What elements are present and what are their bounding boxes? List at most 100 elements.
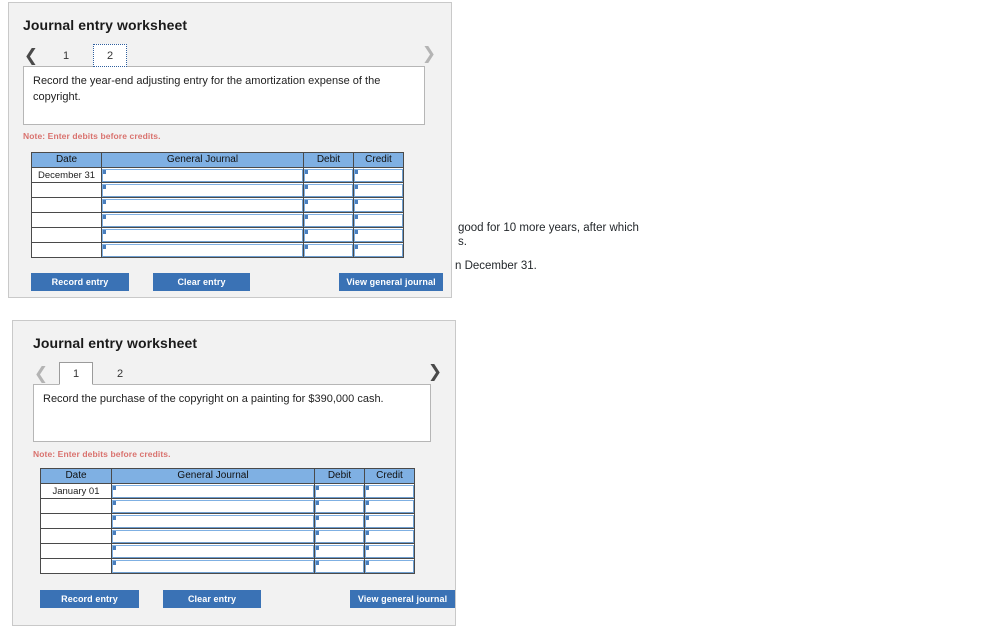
debit-input-field[interactable] [315,514,364,528]
account-select-field[interactable] [102,198,303,212]
credit-cell[interactable] [364,498,415,514]
account-select-field[interactable] [112,544,314,558]
worksheet-tab-1[interactable]: 1 [59,362,93,385]
column-header-credit: Credit [353,152,404,168]
clear-entry-button[interactable]: Clear entry [163,590,261,608]
debit-cell[interactable] [314,498,365,514]
account-select-field[interactable] [102,243,303,257]
credit-input-field[interactable] [365,544,414,558]
credit-input-field[interactable] [365,499,414,513]
date-cell[interactable] [31,182,102,198]
credit-cell[interactable] [364,558,415,574]
debit-input-field[interactable] [315,529,364,543]
debit-input-field[interactable] [304,228,353,242]
debit-input-field[interactable] [304,183,353,197]
account-select-field[interactable] [102,213,303,227]
general-journal-cell[interactable] [111,483,315,499]
credit-input-field[interactable] [365,484,414,498]
debit-cell[interactable] [303,167,354,183]
credit-cell[interactable] [364,528,415,544]
general-journal-cell[interactable] [101,167,304,183]
date-cell[interactable] [40,543,112,559]
view-general-journal-button[interactable]: View general journal [339,273,443,291]
credit-cell[interactable] [364,483,415,499]
account-select-field[interactable] [112,514,314,528]
account-select-field[interactable] [102,168,303,182]
credit-cell[interactable] [353,242,404,258]
general-journal-cell[interactable] [101,242,304,258]
record-entry-button[interactable]: Record entry [31,273,129,291]
general-journal-cell[interactable] [111,528,315,544]
debit-cell[interactable] [303,227,354,243]
credit-input-field[interactable] [354,168,403,182]
chevron-right-icon[interactable]: ❯ [427,361,443,383]
debit-cell[interactable] [303,212,354,228]
credit-input-field[interactable] [354,243,403,257]
credit-cell[interactable] [353,182,404,198]
date-cell[interactable] [40,528,112,544]
account-select-field[interactable] [102,228,303,242]
clear-entry-button[interactable]: Clear entry [153,273,250,291]
credit-cell[interactable] [353,197,404,213]
debit-cell[interactable] [303,197,354,213]
account-select-field[interactable] [102,183,303,197]
account-select-field[interactable] [112,529,314,543]
date-cell[interactable] [31,197,102,213]
debit-input-field[interactable] [304,213,353,227]
credit-input-field[interactable] [354,198,403,212]
account-select-field[interactable] [112,559,314,573]
debit-input-field[interactable] [304,198,353,212]
view-general-journal-button[interactable]: View general journal [350,590,455,608]
debit-cell[interactable] [303,242,354,258]
chevron-right-icon[interactable]: ❯ [421,43,437,65]
account-select-field[interactable] [112,499,314,513]
date-cell[interactable]: December 31 [31,167,102,183]
date-cell[interactable] [31,242,102,258]
date-cell[interactable] [40,498,112,514]
worksheet-tab-1[interactable]: 1 [49,44,83,67]
debit-cell[interactable] [314,543,365,559]
debit-cell[interactable] [314,483,365,499]
debit-input-field[interactable] [304,168,353,182]
credit-input-field[interactable] [354,228,403,242]
credit-input-field[interactable] [354,213,403,227]
debit-input-field[interactable] [304,243,353,257]
worksheet-tab-2[interactable]: 2 [103,362,137,385]
credit-cell[interactable] [353,227,404,243]
general-journal-cell[interactable] [111,558,315,574]
credit-input-field[interactable] [365,559,414,573]
debit-cell[interactable] [303,182,354,198]
account-select-field[interactable] [112,484,314,498]
debit-input-field[interactable] [315,484,364,498]
chevron-left-icon[interactable]: ❮ [23,45,39,67]
general-journal-cell[interactable] [101,212,304,228]
credit-input-field[interactable] [365,514,414,528]
credit-cell[interactable] [364,543,415,559]
general-journal-cell[interactable] [111,498,315,514]
debits-before-credits-note: Note: Enter debits before credits. [33,449,171,459]
credit-cell[interactable] [364,513,415,529]
credit-input-field[interactable] [354,183,403,197]
date-cell[interactable] [40,513,112,529]
debit-input-field[interactable] [315,544,364,558]
worksheet-tab-2[interactable]: 2 [93,44,127,67]
date-cell[interactable] [31,212,102,228]
debit-cell[interactable] [314,528,365,544]
credit-input-field[interactable] [365,529,414,543]
credit-cell[interactable] [353,212,404,228]
debit-input-field[interactable] [315,559,364,573]
debit-cell[interactable] [314,558,365,574]
debit-input-field[interactable] [315,499,364,513]
record-entry-button[interactable]: Record entry [40,590,139,608]
debit-cell[interactable] [314,513,365,529]
credit-cell[interactable] [353,167,404,183]
chevron-left-icon[interactable]: ❮ [33,363,49,385]
date-cell[interactable] [31,227,102,243]
general-journal-cell[interactable] [101,227,304,243]
date-cell[interactable] [40,558,112,574]
date-cell[interactable]: January 01 [40,483,112,499]
general-journal-cell[interactable] [111,543,315,559]
general-journal-cell[interactable] [111,513,315,529]
general-journal-cell[interactable] [101,197,304,213]
general-journal-cell[interactable] [101,182,304,198]
